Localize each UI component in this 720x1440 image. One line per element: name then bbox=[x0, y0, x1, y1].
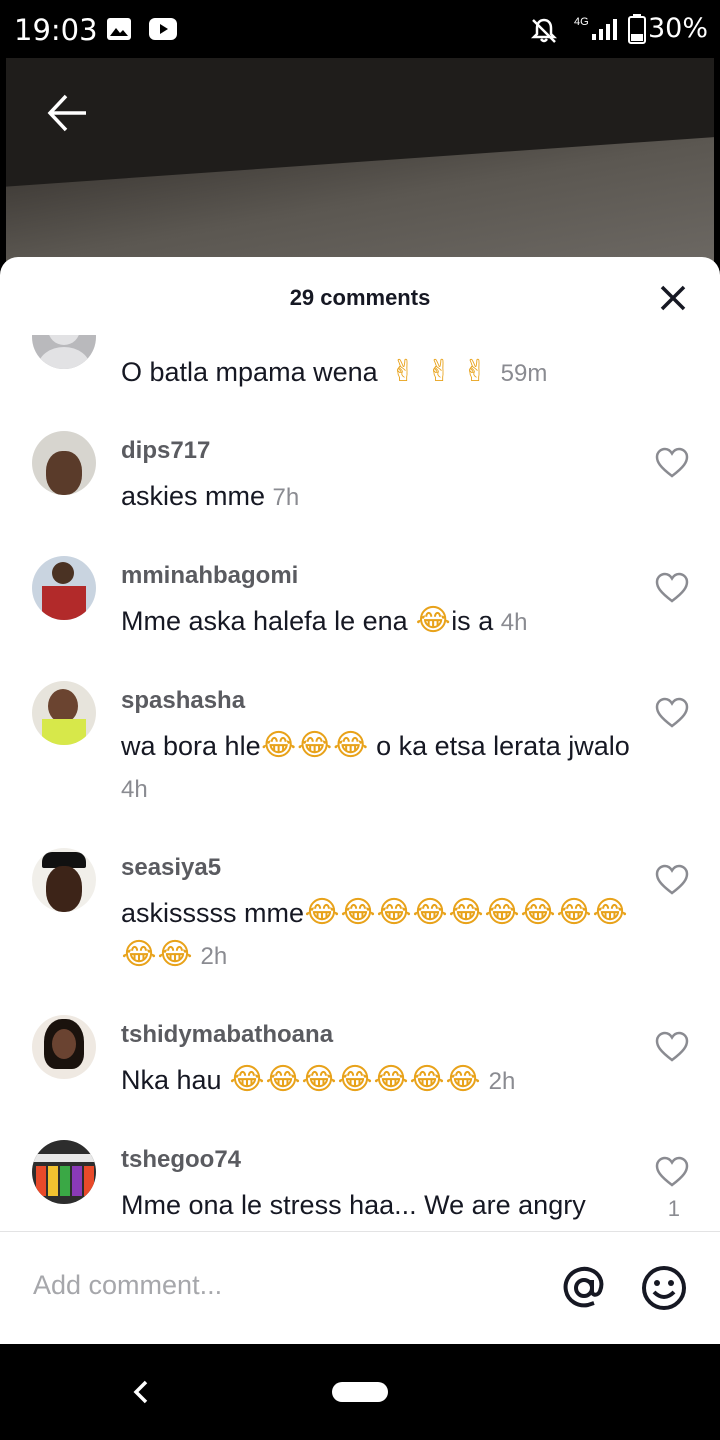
signal-icon bbox=[592, 19, 617, 40]
emoji-glyph: 😂 bbox=[337, 1062, 373, 1097]
emoji-glyph: 😂 bbox=[304, 895, 340, 930]
like-count: 1 bbox=[667, 1196, 680, 1221]
avatar[interactable] bbox=[32, 556, 96, 620]
emoji-glyph: 😂 bbox=[265, 1062, 301, 1097]
comment-item: tshegoo74 Mme ona le stress haa... We ar… bbox=[0, 1140, 720, 1231]
emoji-glyph: 😂 bbox=[261, 728, 297, 763]
avatar[interactable] bbox=[32, 335, 96, 369]
emoji-glyph: 😂 bbox=[301, 1062, 337, 1097]
avatar[interactable] bbox=[32, 848, 96, 912]
heart-icon[interactable] bbox=[654, 570, 690, 606]
avatar[interactable] bbox=[32, 1140, 96, 1204]
comment-text: askisssss mme😂😂😂😂😂😂😂😂😂😂😂 2h bbox=[121, 892, 641, 978]
comment-item: spashasha wa bora hle😂😂😂 o ka etsa lerat… bbox=[0, 681, 720, 831]
emoji-glyph: ✌ bbox=[462, 354, 488, 389]
comments-list[interactable]: O batla mpama wena ✌ ✌ ✌ 59m dips717 askie… bbox=[0, 335, 720, 1231]
chevron-down-icon[interactable] bbox=[654, 335, 690, 347]
comment-username[interactable]: spashasha bbox=[121, 687, 245, 715]
comment-item: tshidymabathoana Nka hau 😂😂😂😂😂😂😂 2h bbox=[0, 1015, 720, 1125]
status-bar: 19:03 4G 30% bbox=[0, 0, 720, 58]
comment-username[interactable]: dips717 bbox=[121, 437, 210, 465]
comment-username[interactable]: mminahbagomi bbox=[121, 562, 298, 590]
battery-percent: 30% bbox=[647, 13, 708, 44]
smiley-icon[interactable] bbox=[640, 1264, 688, 1312]
status-time: 19:03 bbox=[14, 13, 98, 47]
comment-input[interactable]: Add comment... bbox=[33, 1270, 222, 1301]
comment-text: O batla mpama wena ✌ ✌ ✌ 59m bbox=[121, 351, 641, 395]
comment-text: askies mme 7h bbox=[121, 481, 300, 511]
emoji-glyph: 😂 bbox=[229, 1062, 265, 1097]
nav-home-pill[interactable] bbox=[332, 1382, 388, 1402]
comments-count-title: 29 comments bbox=[289, 285, 431, 310]
avatar[interactable] bbox=[32, 1015, 96, 1079]
heart-icon[interactable] bbox=[654, 1154, 690, 1190]
sheet-header: 29 comments bbox=[0, 257, 720, 335]
emoji-glyph: 😂 bbox=[340, 895, 376, 930]
comment-text: wa bora hle😂😂😂 o ka etsa lerata jwalo 4h bbox=[121, 725, 641, 811]
emoji-glyph: 😂 bbox=[333, 728, 369, 763]
comment-text: Mme ona le stress haa... We are angry bbox=[121, 1190, 586, 1220]
emoji-glyph: 😂 bbox=[121, 937, 157, 972]
avatar[interactable] bbox=[32, 681, 96, 745]
comments-sheet: 29 comments O batla mpama wena ✌✌✌ 59m bbox=[0, 257, 720, 1344]
system-nav-bar bbox=[0, 1344, 720, 1440]
emoji-glyph: 😂 bbox=[556, 895, 592, 930]
heart-icon[interactable] bbox=[654, 445, 690, 481]
comment-time: 4h bbox=[500, 609, 528, 636]
emoji-glyph: 😂 bbox=[445, 1062, 481, 1097]
comment-time: 7h bbox=[272, 484, 300, 511]
emoji-glyph: 😂 bbox=[592, 895, 628, 930]
comment-time: 4h bbox=[121, 776, 148, 803]
heart-icon[interactable] bbox=[654, 862, 690, 898]
comment-username[interactable]: seasiya5 bbox=[121, 854, 221, 882]
battery-icon bbox=[628, 14, 646, 44]
arrow-left-icon[interactable] bbox=[42, 88, 92, 138]
emoji-glyph: ✌ bbox=[426, 354, 452, 389]
comment-time: 2h bbox=[488, 1068, 516, 1095]
emoji-glyph: 😂 bbox=[412, 895, 448, 930]
youtube-icon bbox=[149, 18, 177, 40]
comment-item: seasiya5 askisssss mme😂😂😂😂😂😂😂😂😂😂😂 2h bbox=[0, 848, 720, 998]
heart-icon[interactable] bbox=[654, 1029, 690, 1065]
comment-text: Nka hau 😂😂😂😂😂😂😂 2h bbox=[121, 1059, 641, 1103]
comment-item: mminahbagomi Mme aska halefa le ena 😂is … bbox=[0, 556, 720, 666]
nav-back-icon[interactable] bbox=[126, 1372, 154, 1412]
comment-username[interactable]: tshegoo74 bbox=[121, 1146, 241, 1174]
emoji-glyph: 😂 bbox=[409, 1062, 445, 1097]
avatar[interactable] bbox=[32, 431, 96, 495]
notifications-off-icon bbox=[530, 18, 558, 43]
emoji-glyph: 😂 bbox=[373, 1062, 409, 1097]
emoji-glyph: 😂 bbox=[297, 728, 333, 763]
comment-input-bar: Add comment... bbox=[0, 1231, 720, 1344]
emoji-glyph: 😂 bbox=[484, 895, 520, 930]
heart-icon[interactable] bbox=[654, 695, 690, 731]
comment-text: Mme aska halefa le ena 😂is a 4h bbox=[121, 600, 641, 644]
video-frame bbox=[6, 58, 714, 188]
network-label: 4G bbox=[574, 16, 589, 28]
video-player[interactable] bbox=[6, 58, 714, 278]
emoji-glyph: 😂 bbox=[157, 937, 193, 972]
comment-item: O batla mpama wena ✌ ✌ ✌ 59m bbox=[0, 335, 720, 415]
emoji-glyph: 😂 bbox=[448, 895, 484, 930]
emoji-glyph: ✌ bbox=[390, 354, 416, 389]
comment-username[interactable]: tshidymabathoana bbox=[121, 1021, 333, 1049]
emoji-glyph: 😂 bbox=[415, 603, 451, 638]
gallery-icon bbox=[107, 18, 131, 40]
emoji-glyph: 😂 bbox=[376, 895, 412, 930]
comment-item: dips717 askies mme 7h bbox=[0, 431, 720, 541]
at-icon[interactable] bbox=[560, 1264, 608, 1312]
comment-time: 59m bbox=[500, 360, 548, 387]
emoji-glyph: 😂 bbox=[520, 895, 556, 930]
comment-time: 2h bbox=[200, 943, 228, 970]
close-icon[interactable] bbox=[656, 281, 690, 315]
